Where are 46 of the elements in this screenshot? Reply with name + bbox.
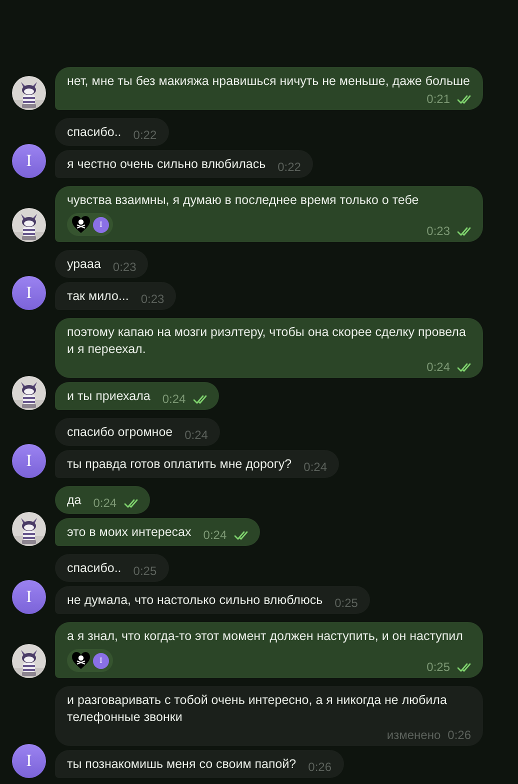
message-time: 0:23 bbox=[112, 260, 136, 275]
message-time: 0:24 bbox=[203, 528, 227, 543]
avatar[interactable]: I bbox=[12, 444, 46, 478]
avatar[interactable]: I bbox=[12, 744, 46, 778]
message-text: так мило... bbox=[67, 288, 129, 305]
message-time: 0:23 bbox=[140, 292, 164, 307]
message-text: поэтому капаю на мозги риэлтеру, чтобы она скорее сделку провела и я переехал. bbox=[67, 324, 467, 358]
message-time: 0:25 bbox=[133, 564, 157, 579]
message-time: 0:25 bbox=[426, 660, 450, 675]
message-text: ты правда готов оплатить мне дорогу? bbox=[67, 456, 292, 473]
message-time: 0:21 bbox=[426, 92, 450, 107]
heart-skull-icon bbox=[71, 215, 91, 234]
message-text: и ты приехала bbox=[67, 388, 150, 405]
message-text: да bbox=[67, 492, 82, 509]
message-text: ты познакомишь меня со своим папой? bbox=[67, 756, 296, 773]
message-time: 0:26 bbox=[308, 760, 332, 775]
message-time: 0:22 bbox=[133, 128, 157, 143]
message-time: 0:25 bbox=[334, 596, 358, 611]
reactor-avatar: I bbox=[93, 216, 109, 232]
reaction-pill[interactable]: I bbox=[67, 649, 113, 672]
avatar[interactable]: I bbox=[12, 144, 46, 178]
message-text: я честно очень сильно влюбилась bbox=[67, 156, 266, 173]
message-time: 0:22 bbox=[278, 160, 301, 175]
message-text: чувства взаимны, я думаю в последнее время только о тебе bbox=[67, 192, 419, 209]
edited-label: изменено bbox=[386, 728, 441, 743]
message-time: 0:24 bbox=[304, 460, 327, 475]
avatar[interactable]: I bbox=[12, 580, 46, 614]
message-time: 0:24 bbox=[162, 392, 186, 407]
message-text: нет, мне ты без макияжа нравишься ничуть не меньше, даже больше bbox=[67, 73, 470, 90]
message-text: спасибо.. bbox=[67, 124, 122, 141]
message-time: 0:24 bbox=[93, 496, 117, 511]
message-text: спасибо огромное bbox=[67, 424, 173, 441]
message-text: а я знал, что когда-то этот момент должен наступить, и он наступил bbox=[67, 628, 463, 645]
message-time: 0:26 bbox=[448, 728, 471, 743]
message-text: урааа bbox=[67, 256, 101, 273]
reactor-avatar: I bbox=[93, 652, 109, 668]
message-time: 0:24 bbox=[426, 360, 450, 375]
avatar[interactable]: I bbox=[12, 276, 46, 310]
message-text: не думала, что настолько сильно влюблюсь bbox=[67, 592, 323, 609]
reaction-pill[interactable]: I bbox=[67, 213, 113, 236]
message-time: 0:24 bbox=[184, 428, 208, 443]
heart-skull-icon bbox=[71, 651, 91, 670]
message-text: это в моих интересах bbox=[67, 524, 192, 541]
message-time: 0:23 bbox=[426, 224, 450, 239]
message-text: и разговаривать с тобой очень интересно, а я никогда не любила телефонные звонки bbox=[67, 692, 448, 726]
message-text: спасибо.. bbox=[67, 560, 122, 577]
